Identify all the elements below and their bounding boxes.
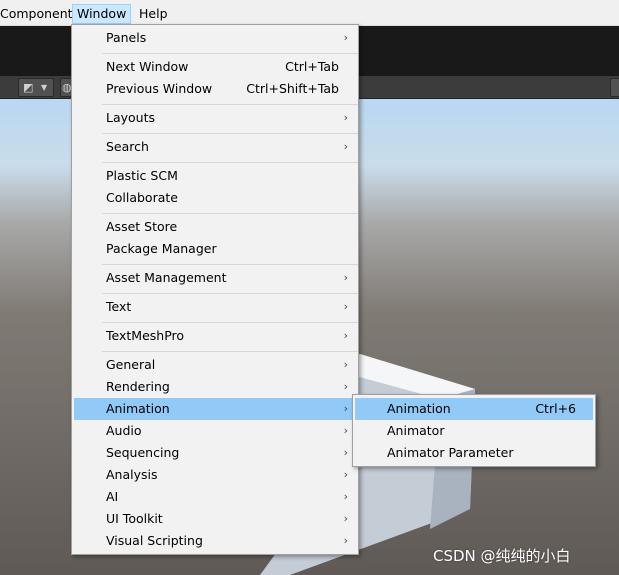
menu-item-next-window[interactable]: Next Window Ctrl+Tab <box>74 56 356 78</box>
watermark: CSDN @纯纯的小白 <box>433 547 571 565</box>
separator <box>102 293 358 294</box>
separator <box>102 213 358 214</box>
window-menu: Panels › Next Window Ctrl+Tab Previous W… <box>71 24 359 555</box>
menubar: Component Window Help <box>0 0 619 26</box>
chevron-right-icon: › <box>343 271 348 284</box>
menu-item-animation[interactable]: Animation › <box>74 398 356 420</box>
chevron-right-icon: › <box>343 512 348 525</box>
chevron-right-icon: › <box>343 140 348 153</box>
animation-submenu: Animation Ctrl+6 Animator Animator Param… <box>352 394 596 467</box>
menu-item-ai[interactable]: AI › <box>74 486 356 508</box>
chevron-right-icon: › <box>343 468 348 481</box>
separator <box>102 133 358 134</box>
separator <box>102 162 358 163</box>
menu-help[interactable]: Help <box>135 4 172 23</box>
menu-item-audio[interactable]: Audio › <box>74 420 356 442</box>
shading-mode-button[interactable]: ◩ ▼ <box>18 78 54 97</box>
menu-item-text[interactable]: Text › <box>74 296 356 318</box>
chevron-down-icon: ▼ <box>41 83 48 92</box>
shortcut-label: Ctrl+6 <box>535 401 576 416</box>
menu-item-ui-toolkit[interactable]: UI Toolkit › <box>74 508 356 530</box>
menu-window[interactable]: Window <box>72 4 132 24</box>
menu-item-previous-window[interactable]: Previous Window Ctrl+Shift+Tab <box>74 78 356 100</box>
menu-item-sequencing[interactable]: Sequencing › <box>74 442 356 464</box>
chevron-right-icon: › <box>343 111 348 124</box>
menu-item-analysis[interactable]: Analysis › <box>74 464 356 486</box>
chevron-right-icon: › <box>343 300 348 313</box>
shortcut-label: Ctrl+Shift+Tab <box>246 81 339 96</box>
toolbar-right-button[interactable] <box>610 78 619 97</box>
shortcut-label: Ctrl+Tab <box>285 59 339 74</box>
menu-item-textmeshpro[interactable]: TextMeshPro › <box>74 325 356 347</box>
separator <box>102 53 358 54</box>
chevron-right-icon: › <box>343 446 348 459</box>
menu-item-collaborate[interactable]: Collaborate <box>74 187 356 209</box>
chevron-right-icon: › <box>343 490 348 503</box>
submenu-item-animator-parameter[interactable]: Animator Parameter <box>355 442 593 464</box>
separator <box>102 322 358 323</box>
separator <box>102 104 358 105</box>
shading-icon: ◩ <box>23 81 34 94</box>
separator <box>102 264 358 265</box>
chevron-right-icon: › <box>343 380 348 393</box>
menu-item-package-manager[interactable]: Package Manager <box>74 238 356 260</box>
chevron-right-icon: › <box>343 31 348 44</box>
menu-item-visual-scripting[interactable]: Visual Scripting › <box>74 530 356 552</box>
menu-item-layouts[interactable]: Layouts › <box>74 107 356 129</box>
menu-item-asset-store[interactable]: Asset Store <box>74 216 356 238</box>
chevron-right-icon: › <box>343 402 348 415</box>
menu-item-rendering[interactable]: Rendering › <box>74 376 356 398</box>
menu-item-plastic-scm[interactable]: Plastic SCM <box>74 165 356 187</box>
chevron-right-icon: › <box>343 329 348 342</box>
menu-item-asset-management[interactable]: Asset Management › <box>74 267 356 289</box>
menu-item-search[interactable]: Search › <box>74 136 356 158</box>
chevron-right-icon: › <box>343 534 348 547</box>
menu-component[interactable]: Component <box>0 4 77 23</box>
submenu-item-animator[interactable]: Animator <box>355 420 593 442</box>
chevron-right-icon: › <box>343 358 348 371</box>
menu-item-general[interactable]: General › <box>74 354 356 376</box>
separator <box>102 351 358 352</box>
menu-item-panels[interactable]: Panels › <box>74 27 356 49</box>
chevron-right-icon: › <box>343 424 348 437</box>
submenu-item-animation[interactable]: Animation Ctrl+6 <box>355 398 593 420</box>
